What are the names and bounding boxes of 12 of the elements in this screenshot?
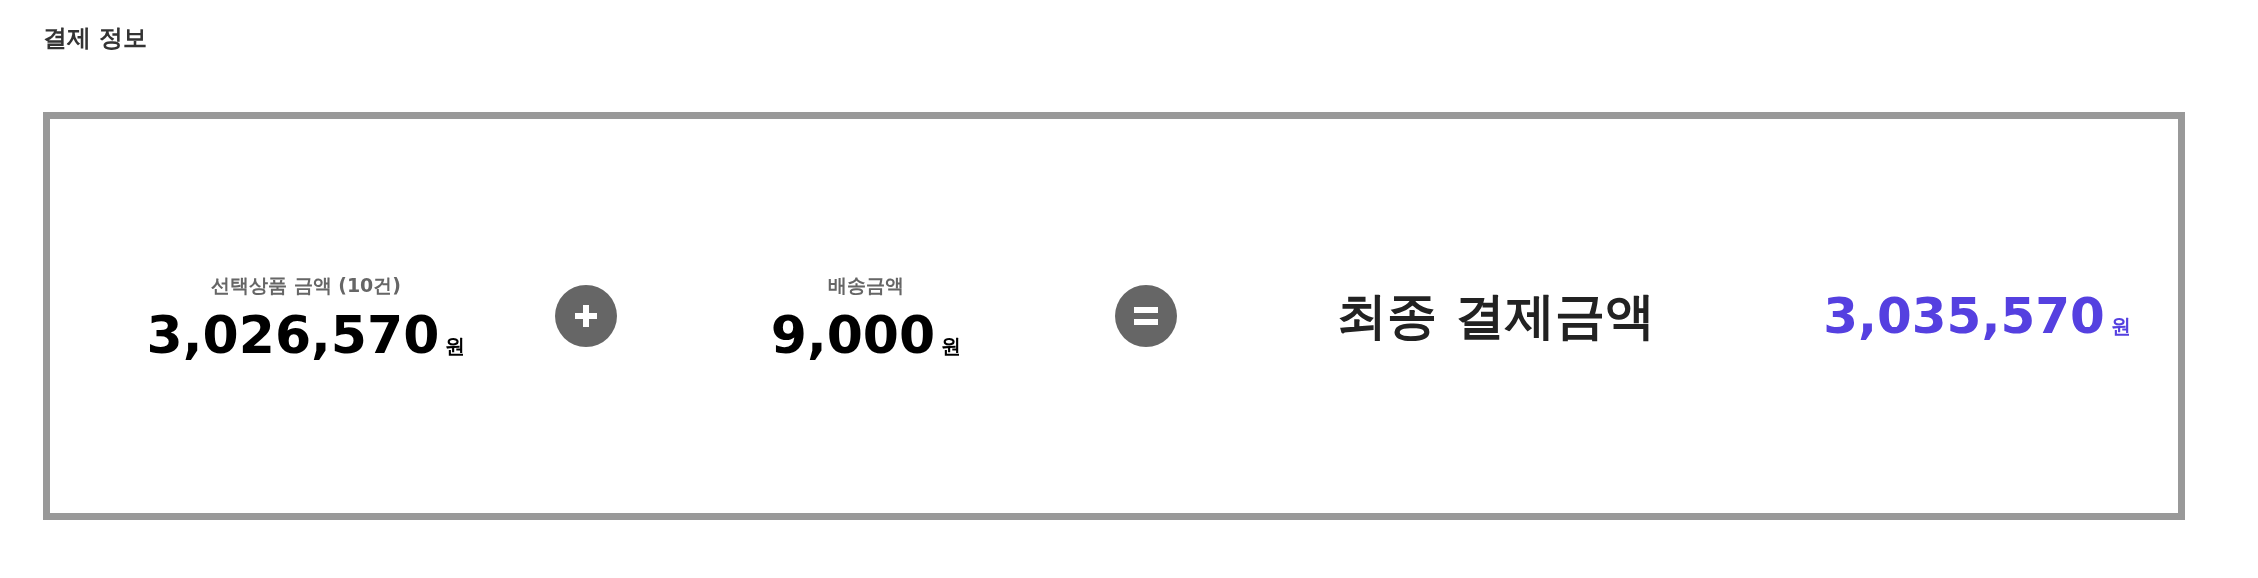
total-value: 3,035,570 xyxy=(1823,291,2105,341)
currency-unit: 원 xyxy=(445,333,466,361)
amount-value: 3,026,570 xyxy=(146,309,440,362)
currency-unit: 원 xyxy=(2110,313,2131,340)
amount-value: 9,000 xyxy=(770,309,936,362)
equals-icon xyxy=(1115,285,1177,347)
section-title: 결제 정보 xyxy=(43,23,148,54)
plus-icon xyxy=(555,285,617,347)
total-label: 최종 결제금액 xyxy=(1337,285,1655,347)
amount-label: 선택상품 금액 (10건) xyxy=(210,272,401,298)
amount-label: 배송금액 xyxy=(828,272,904,298)
currency-unit: 원 xyxy=(941,333,962,361)
